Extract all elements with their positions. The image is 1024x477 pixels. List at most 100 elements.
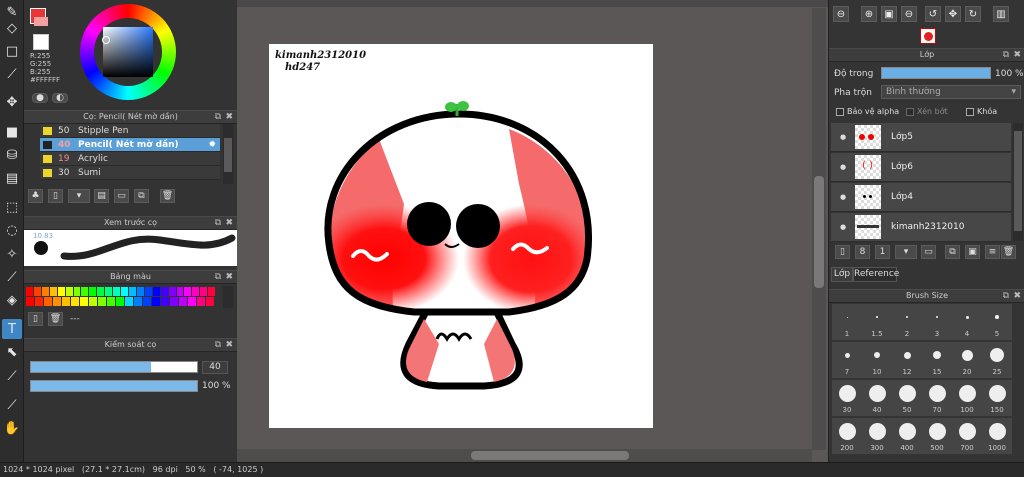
brush-size-option[interactable]: 3 — [922, 304, 952, 340]
palette-swatch[interactable] — [144, 287, 152, 296]
brush-size-option[interactable]: 2 — [892, 304, 922, 340]
palette-swatch[interactable] — [136, 287, 144, 296]
expand-icon[interactable]: ⧉ — [215, 271, 221, 283]
palette-swatch[interactable] — [44, 297, 52, 306]
close-icon[interactable]: ✖ — [1013, 290, 1021, 302]
vertical-scrollbar[interactable] — [812, 8, 826, 450]
eye-icon[interactable]: ● — [831, 193, 855, 201]
layer-row[interactable]: ● Lớp4 — [831, 183, 1011, 212]
brush-item-selected[interactable]: 40 Pencil( Nét mờ dần) ✹ — [40, 138, 220, 152]
palette-add-icon[interactable]: ▯ — [28, 312, 43, 326]
brush-size-option[interactable]: 4 — [952, 304, 982, 340]
palette-scrollbar[interactable] — [223, 286, 233, 308]
select-pen-icon[interactable]: ⟋ — [2, 267, 22, 287]
brush-size-option[interactable]: 150 — [982, 380, 1012, 416]
layer-delete-icon[interactable]: 🗑 — [1001, 245, 1016, 259]
layer-menu-icon[interactable]: ▾ — [895, 245, 917, 259]
palette-swatch[interactable] — [41, 287, 49, 296]
palette-swatch[interactable] — [184, 287, 192, 296]
palette-swatch[interactable] — [89, 287, 97, 296]
layer-scrollbar[interactable] — [1013, 123, 1023, 241]
brush-size-option[interactable]: 50 — [892, 380, 922, 416]
brush-size-slider[interactable] — [30, 361, 198, 373]
palette-swatch[interactable] — [105, 287, 113, 296]
color-wheel[interactable] — [80, 4, 176, 100]
layer-copy-icon[interactable]: ⧉ — [945, 245, 960, 259]
brush-opacity-slider[interactable] — [30, 380, 198, 392]
palette-swatch[interactable] — [160, 287, 168, 296]
palette-swatch[interactable] — [80, 297, 88, 306]
brush-size-option[interactable]: 700 — [952, 418, 982, 454]
zoom-in-icon[interactable]: ⊕ — [861, 6, 877, 22]
palette-swatch[interactable] — [97, 287, 105, 296]
palette-swatch[interactable] — [128, 287, 136, 296]
brush-size-option[interactable]: 200 — [832, 418, 862, 454]
expand-icon[interactable]: ⧉ — [1003, 290, 1009, 302]
palette-swatch[interactable] — [143, 297, 151, 306]
tab-layer[interactable]: Lớp — [831, 267, 853, 282]
palette-swatch[interactable] — [208, 287, 216, 296]
protect-alpha-check[interactable]: Bảo vệ alpha — [836, 107, 899, 116]
move-tool-icon[interactable]: ✥ — [2, 92, 22, 112]
select-rect-icon[interactable]: □ — [2, 41, 22, 61]
drawing-canvas[interactable]: kimanh2312010 hd247 — [269, 44, 653, 428]
palette-swatch[interactable] — [71, 297, 79, 306]
palette-swatch[interactable] — [179, 297, 187, 306]
palette-swatch[interactable] — [192, 287, 200, 296]
brush-size-option[interactable]: 500 — [922, 418, 952, 454]
reset-view-icon[interactable]: ▥ — [993, 6, 1009, 22]
palette-swatch[interactable] — [170, 297, 178, 306]
brush-scrollbar[interactable] — [223, 124, 233, 184]
brush-size-option[interactable]: 300 — [862, 418, 892, 454]
brush-size-option[interactable]: 100 — [952, 380, 982, 416]
zoom-out-icon[interactable]: ⊖ — [833, 6, 849, 22]
tab-reference[interactable]: Reference — [853, 267, 899, 282]
select-eraser-icon[interactable]: ◈ — [2, 290, 22, 310]
brush-item[interactable]: 50 Stipple Pen — [40, 124, 220, 138]
palette-swatch[interactable] — [62, 297, 70, 306]
palette-swatch[interactable] — [35, 297, 43, 306]
brush-duplicate-icon[interactable]: ⧉ — [134, 189, 149, 203]
layer-row[interactable]: ● kimanh2312010 — [831, 213, 1011, 242]
layer-opacity-slider[interactable] — [881, 67, 991, 79]
palette-swatch[interactable] — [89, 297, 97, 306]
palette-swatch[interactable] — [107, 297, 115, 306]
brush-size-option[interactable]: 400 — [892, 418, 922, 454]
dropper-tool-icon[interactable]: ⟋ — [2, 395, 22, 415]
lock-check[interactable]: Khóa — [966, 107, 997, 116]
color-option-1[interactable]: ● — [32, 93, 48, 103]
palette-swatch[interactable] — [206, 297, 214, 306]
brush-menu-icon[interactable]: ▾ — [68, 189, 90, 203]
brush-size-option[interactable]: 12 — [892, 342, 922, 378]
clipping-check[interactable]: Xén bớt — [906, 107, 948, 116]
layer-folder-icon[interactable]: ▭ — [921, 245, 936, 259]
brush-size-option[interactable]: 40 — [862, 380, 892, 416]
eye-icon[interactable]: ● — [831, 163, 855, 171]
palette-swatch[interactable] — [200, 287, 208, 296]
close-icon[interactable]: ✖ — [225, 271, 233, 283]
layer-row[interactable]: ● Lớp5 — [831, 123, 1011, 152]
rotate-left-icon[interactable]: ↺ — [925, 6, 941, 22]
expand-icon[interactable]: ⧉ — [215, 217, 221, 229]
flip-icon[interactable]: ✥ — [945, 6, 961, 22]
brush-copy-icon[interactable]: ▤ — [94, 189, 109, 203]
palette-swatch[interactable] — [81, 287, 89, 296]
brush-size-option[interactable]: 15 — [922, 342, 952, 378]
palette-row[interactable] — [26, 297, 216, 306]
layer-merge-icon[interactable]: ▣ — [965, 245, 980, 259]
palette-swatch[interactable] — [26, 297, 34, 306]
brush-size-option[interactable]: 70 — [922, 380, 952, 416]
gradient-tool-icon[interactable]: ▤ — [2, 168, 22, 188]
brush-size-option[interactable]: 1.5 — [862, 304, 892, 340]
shape-rect-icon[interactable]: ■ — [2, 122, 22, 142]
magic-wand-icon[interactable]: ✧ — [2, 244, 22, 264]
palette-swatch[interactable] — [113, 287, 121, 296]
palette-swatch[interactable] — [121, 287, 128, 296]
secondary-color[interactable] — [33, 34, 49, 50]
text-tool-icon[interactable]: T — [2, 319, 22, 339]
palette-swatch[interactable] — [168, 287, 176, 296]
palette-swatch[interactable] — [152, 287, 160, 296]
lasso-tool-icon[interactable]: ◌ — [2, 220, 22, 240]
palette-swatch[interactable] — [197, 297, 205, 306]
rotate-right-icon[interactable]: ↻ — [965, 6, 981, 22]
